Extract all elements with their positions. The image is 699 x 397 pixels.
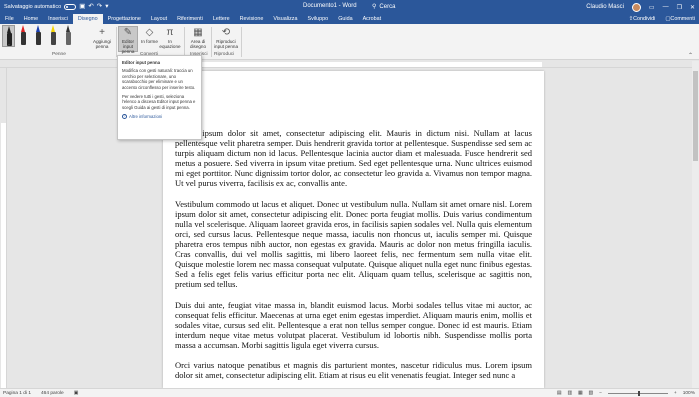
pens-gallery: ▾	[2, 25, 92, 50]
tab-references[interactable]: Riferimenti	[172, 14, 208, 24]
divider	[241, 27, 242, 57]
tab-acrobat[interactable]: Acrobat	[358, 14, 387, 24]
tab-design[interactable]: Progettazione	[103, 14, 146, 24]
comments-button[interactable]: ▢ Commenti	[665, 14, 695, 24]
zoom-in-icon[interactable]: +	[674, 391, 677, 396]
share-label: Condividi	[633, 16, 656, 22]
add-pen-button[interactable]: + Aggiungi penna	[90, 26, 114, 50]
read-mode-icon[interactable]: ▥	[567, 391, 572, 396]
proofing-icon[interactable]: ▣	[74, 391, 79, 396]
add-pen-label: Aggiungi penna	[93, 39, 111, 50]
zoom-out-icon[interactable]: −	[599, 391, 602, 396]
pen-yellow[interactable]	[47, 25, 60, 47]
plus-icon: +	[99, 26, 105, 38]
redo-icon[interactable]: ↷	[97, 3, 102, 11]
document-body[interactable]: Lorem ipsum dolor sit amet, consectetur …	[175, 128, 532, 388]
tooltip-text: Per vedere tutti i gesti, seleziona l'el…	[122, 94, 196, 110]
pens-group-label: Penne	[52, 52, 66, 57]
search-icon: ⚲	[372, 4, 377, 10]
zoom-level[interactable]: 100%	[683, 391, 695, 396]
drawing-canvas-label: Area di disegno	[189, 39, 207, 50]
search-label: Cerca	[379, 3, 396, 10]
paragraph[interactable]: Orci varius natoque penatibus et magnis …	[175, 360, 532, 380]
tooltip-title: Editor input penna	[122, 60, 160, 65]
close-icon[interactable]: ✕	[690, 4, 695, 11]
minimize-icon[interactable]: —	[663, 4, 669, 10]
focus-mode-icon[interactable]: ▤	[557, 391, 562, 396]
pen-pencil[interactable]	[62, 25, 75, 47]
tab-draw[interactable]: Disegno	[72, 14, 103, 24]
replay-group-label: Riproduci	[214, 52, 235, 57]
share-button[interactable]: ⇪ Condividi	[629, 14, 656, 24]
tab-mailings[interactable]: Lettere	[208, 14, 235, 24]
web-layout-icon[interactable]: ▧	[589, 391, 594, 396]
tab-insert[interactable]: Inserisci	[43, 14, 73, 24]
pen-blue[interactable]	[32, 25, 45, 47]
tab-layout[interactable]: Layout	[146, 14, 172, 24]
ink-replay-label: Riproduci input penna	[214, 39, 239, 50]
ink-to-math-button[interactable]: π In equazione	[159, 26, 181, 50]
word-count[interactable]: 464 parole	[41, 391, 64, 396]
divider	[211, 27, 212, 57]
ink-replay-button[interactable]: ⟲ Riproduci input penna	[214, 26, 239, 50]
ink-to-math-label: In equazione	[159, 39, 181, 50]
search-box[interactable]: ⚲ Cerca	[372, 3, 396, 11]
print-layout-icon[interactable]: ▦	[578, 391, 583, 396]
avatar[interactable]	[631, 2, 641, 12]
maximize-icon[interactable]: ❐	[677, 4, 682, 11]
divider	[184, 27, 185, 57]
paragraph[interactable]: Lorem ipsum dolor sit amet, consectetur …	[175, 128, 532, 189]
vertical-scrollbar[interactable]	[692, 61, 699, 388]
horizontal-ruler[interactable]	[0, 61, 699, 68]
tab-view[interactable]: Visualizza	[268, 14, 302, 24]
more-info-label: Altre informazioni	[129, 114, 163, 120]
tab-home[interactable]: Home	[19, 14, 43, 24]
zoom-slider-thumb[interactable]	[637, 391, 640, 396]
title-bar: Salvataggio automatico ▣ ↶ ↷ ▾ Documento…	[0, 0, 699, 14]
divider	[116, 27, 117, 57]
vertical-ruler[interactable]	[0, 68, 7, 388]
ink-to-shape-label: In forme	[141, 39, 158, 44]
chevron-down-icon: ▾	[8, 42, 11, 47]
drawing-canvas-button[interactable]: ▦ Area di disegno	[188, 26, 208, 50]
math-icon: π	[166, 26, 174, 38]
pen-black[interactable]: ▾	[2, 25, 15, 47]
page-count[interactable]: Pagina 1 di 1	[3, 391, 31, 396]
tab-review[interactable]: Revisione	[235, 14, 269, 24]
undo-icon[interactable]: ↶	[88, 3, 93, 11]
ribbon-display-options-icon[interactable]: ▭	[649, 4, 655, 11]
tab-developer[interactable]: Sviluppo	[303, 14, 334, 24]
replay-icon: ⟲	[221, 26, 231, 38]
shapes-icon: ◇	[145, 26, 154, 38]
ink-editor-icon: ✎	[123, 27, 133, 38]
more-info-link[interactable]: ? Altre informazioni	[122, 114, 197, 120]
ink-editor-tooltip: Editor input penna Modifica con gesti na…	[117, 55, 202, 140]
autosave-toggle[interactable]	[64, 4, 77, 10]
pen-red[interactable]	[17, 25, 30, 47]
ribbon: ▾ + Aggiungi penna Penne ✎ Editor input …	[0, 24, 699, 60]
tab-file[interactable]: File	[0, 14, 19, 24]
status-bar: Pagina 1 di 1 464 parole ▣ ▤ ▥ ▦ ▧ − + 1…	[0, 388, 699, 397]
customize-quick-access-icon[interactable]: ▾	[105, 3, 108, 11]
ink-editor-button[interactable]: ✎ Editor input penna	[118, 26, 138, 55]
canvas-icon: ▦	[193, 26, 203, 38]
paragraph[interactable]: Vestibulum commodo ut lacus et aliquet. …	[175, 199, 532, 290]
help-icon: ?	[122, 114, 127, 120]
collapse-ribbon-icon[interactable]: ⌃	[688, 52, 693, 59]
user-name[interactable]: Claudio Masci	[586, 4, 624, 10]
paragraph[interactable]: Duis dui ante, feugiat vitae massa in, b…	[175, 300, 532, 350]
ribbon-tabs: File Home Inserisci Disegno Progettazion…	[0, 14, 699, 24]
comments-label: Commenti	[670, 16, 695, 22]
save-icon[interactable]: ▣	[79, 3, 85, 11]
ink-editor-label: Editor input penna	[121, 39, 135, 55]
tab-help[interactable]: Guida	[333, 14, 357, 24]
autosave-label: Salvataggio automatico	[4, 4, 62, 10]
document-title: Documento1 - Word	[303, 3, 357, 9]
document-page[interactable]: Lorem ipsum dolor sit amet, consectetur …	[163, 71, 544, 388]
zoom-slider[interactable]	[607, 391, 668, 396]
tooltip-text: Modifica con gesti naturali: traccia un …	[122, 68, 196, 90]
scrollbar-thumb[interactable]	[693, 71, 698, 161]
ink-to-shape-button[interactable]: ◇ In forme	[141, 26, 158, 45]
